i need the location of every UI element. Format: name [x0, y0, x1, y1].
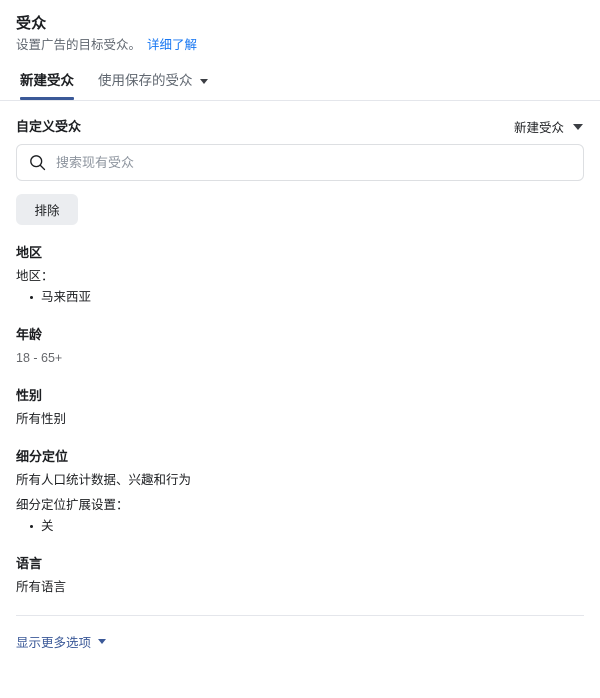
- audience-tabs: 新建受众 使用保存的受众: [0, 54, 600, 100]
- tab-saved-audience-label: 使用保存的受众: [98, 73, 193, 88]
- exclude-button-wrap: 排除: [16, 181, 584, 225]
- audience-mode-select[interactable]: 新建受众: [514, 117, 584, 136]
- panel-header: 受众 设置广告的目标受众。 详细了解: [0, 0, 600, 54]
- section-detailed-targeting: 细分定位 所有人口统计数据、兴趣和行为 细分定位扩展设置： 关: [16, 429, 584, 536]
- section-gender: 性别 所有性别: [16, 368, 584, 429]
- section-location: 地区 地区： 马来西亚: [16, 225, 584, 307]
- show-more-options-link[interactable]: 显示更多选项: [16, 632, 107, 651]
- page-subtitle-text: 设置广告的目标受众。: [16, 38, 142, 52]
- section-detailed-targeting-line-1: 所有人口统计数据、兴趣和行为: [16, 473, 192, 487]
- show-more-options-label: 显示更多选项: [16, 636, 92, 650]
- tab-new-audience-label: 新建受众: [20, 73, 74, 88]
- section-detailed-targeting-title: 细分定位: [16, 449, 69, 464]
- section-age: 年龄 18 - 65+: [16, 307, 584, 368]
- audience-mode-value: 新建受众: [513, 121, 564, 135]
- section-age-line: 18 - 65+: [16, 351, 63, 365]
- custom-audience-row: 自定义受众 新建受众: [16, 101, 584, 144]
- footer-divider: [16, 615, 584, 616]
- section-gender-line: 所有性别: [16, 412, 67, 426]
- search-existing-audience-box[interactable]: 搜索现有受众: [16, 144, 584, 181]
- audience-panel: 受众 设置广告的目标受众。 详细了解 新建受众 使用保存的受众 自定义受众 新建…: [0, 0, 600, 698]
- page-subtitle: 设置广告的目标受众。 详细了解: [16, 37, 584, 54]
- page-title: 受众: [16, 15, 47, 32]
- section-location-bullets: 马来西亚: [16, 288, 584, 307]
- section-detailed-targeting-line-2: 细分定位扩展设置：: [16, 498, 129, 512]
- list-item: 马来西亚: [30, 288, 584, 307]
- chevron-down-icon: [199, 78, 208, 84]
- section-languages: 语言 所有语言: [16, 536, 584, 597]
- exclude-button[interactable]: 排除: [16, 194, 78, 225]
- tab-new-audience[interactable]: 新建受众: [20, 72, 74, 100]
- search-input-placeholder: 搜索现有受众: [56, 154, 135, 170]
- section-languages-title: 语言: [16, 556, 43, 571]
- search-icon: [30, 155, 46, 171]
- section-location-title: 地区: [16, 245, 43, 260]
- custom-audience-label: 自定义受众: [16, 118, 82, 134]
- audience-body: 自定义受众 新建受众 搜索现有受众 排除 地区 地区： 马来西亚 年龄 18 -…: [0, 101, 600, 597]
- learn-more-link[interactable]: 详细了解: [147, 37, 197, 54]
- tab-saved-audience[interactable]: 使用保存的受众: [98, 72, 208, 100]
- chevron-down-icon: [573, 123, 583, 130]
- chevron-down-icon: [98, 639, 107, 644]
- list-item: 关: [30, 517, 584, 536]
- section-location-line: 地区：: [16, 269, 54, 283]
- section-detailed-targeting-bullets: 关: [16, 517, 584, 536]
- section-age-title: 年龄: [16, 327, 43, 342]
- section-languages-line: 所有语言: [16, 580, 67, 594]
- section-gender-title: 性别: [16, 388, 43, 403]
